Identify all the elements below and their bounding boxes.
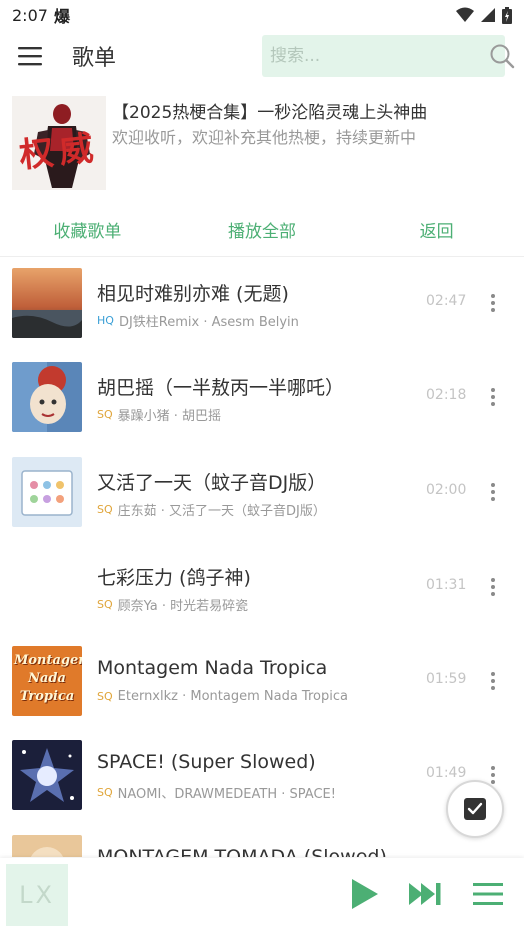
status-icons <box>456 6 512 24</box>
player-cover[interactable]: LX <box>6 864 68 926</box>
song-artist-album: 暴躁小猪 · 胡巴摇 <box>117 409 222 424</box>
song-name: 七彩压力 (鸽子神) <box>97 567 251 589</box>
checkbox-icon <box>464 798 486 820</box>
playlist-header: 权威 【2025热梗合集】一秒沦陷灵魂上头神曲 欢迎收听，欢迎补充其他热梗，持续… <box>0 94 524 194</box>
menu-button[interactable] <box>0 30 60 82</box>
song-duration: 01:31 <box>426 577 467 593</box>
app-bar: 歌单 <box>0 30 524 82</box>
song-duration: 02:00 <box>426 482 467 498</box>
song-cover <box>12 362 82 432</box>
song-row[interactable]: 又活了一天（蚊子音DJ版） SQ 庄东茹 · 又活了一天（蚊子音DJ版） 02:… <box>0 446 524 540</box>
song-row[interactable]: 相见时难别亦难 (无题) HQ DJ铁柱Remix · Asesm Belyin… <box>0 257 524 351</box>
song-cover-text: Montagem Nada Tropica <box>14 653 82 704</box>
quality-badge: SQ <box>97 786 113 799</box>
song-duration: 02:47 <box>426 293 467 309</box>
play-all-button[interactable]: 播放全部 <box>175 206 350 252</box>
collect-playlist-button[interactable]: 收藏歌单 <box>0 206 175 252</box>
song-artist-album: 庄东茹 · 又活了一天（蚊子音DJ版） <box>117 504 326 519</box>
more-options-icon[interactable] <box>484 383 502 411</box>
song-artist-album: DJ铁柱Remix · Asesm Belyin <box>118 315 299 330</box>
song-meta: SQ Eternxlkz · Montagem Nada Tropica <box>97 689 417 704</box>
song-row[interactable]: 七彩压力 (鸽子神) SQ 顾奈Ya · 时光若易碎瓷 01:31 <box>0 541 524 635</box>
song-name: MONTAGEM TOMADA (Slowed) <box>97 846 387 857</box>
playlist-actions: 收藏歌单 播放全部 返回 <box>0 206 524 252</box>
player-bar: LX <box>0 858 524 932</box>
status-bar: 2:07 爆 <box>0 0 524 30</box>
play-icon <box>352 879 378 909</box>
song-meta: SQ NAOMI、DRAWMEDEATH · SPACE! <box>97 783 417 802</box>
more-options-icon[interactable] <box>484 289 502 317</box>
search-icon[interactable] <box>489 43 515 69</box>
play-button[interactable] <box>342 872 386 916</box>
status-extra: 爆 <box>53 7 70 26</box>
song-name: 又活了一天（蚊子音DJ版） <box>97 472 327 494</box>
status-time: 2:07 <box>12 5 48 25</box>
next-button[interactable] <box>403 872 447 916</box>
playlist-queue-button[interactable] <box>466 872 510 916</box>
search-box[interactable] <box>262 35 515 77</box>
quality-badge: HQ <box>97 314 114 327</box>
song-duration: 01:59 <box>426 671 467 687</box>
search-input[interactable] <box>270 46 489 66</box>
playlist-cover-text: 权威 <box>17 127 102 177</box>
song-cover <box>12 457 82 527</box>
quality-badge: SQ <box>97 408 113 421</box>
song-meta: SQ 顾奈Ya · 时光若易碎瓷 <box>97 595 417 614</box>
quality-badge: SQ <box>97 690 113 703</box>
app-logo: LX <box>19 881 55 909</box>
song-artist-album: NAOMI、DRAWMEDEATH · SPACE! <box>117 787 336 802</box>
quality-badge: SQ <box>97 503 113 516</box>
next-icon <box>409 883 441 905</box>
song-row[interactable]: 胡巴摇（一半敖丙一半哪吒） SQ 暴躁小猪 · 胡巴摇 02:18 <box>0 351 524 445</box>
more-options-icon[interactable] <box>484 478 502 506</box>
signal-icon <box>481 8 495 22</box>
multi-select-button[interactable] <box>446 780 504 838</box>
song-name: Montagem Nada Tropica <box>97 657 328 679</box>
wifi-icon <box>456 7 474 22</box>
playlist-cover: 权威 <box>12 96 106 190</box>
song-cover <box>12 268 82 338</box>
playlist-title: 【2025热梗合集】一秒沦陷灵魂上头神曲 <box>112 103 428 123</box>
song-cover <box>12 740 82 810</box>
more-options-icon[interactable] <box>484 667 502 695</box>
song-name: 相见时难别亦难 (无题) <box>97 283 289 305</box>
song-cover <box>12 835 82 857</box>
song-list[interactable]: 相见时难别亦难 (无题) HQ DJ铁柱Remix · Asesm Belyin… <box>0 257 524 857</box>
song-meta: SQ 暴躁小猪 · 胡巴摇 <box>97 405 417 424</box>
song-cover <box>12 552 82 622</box>
song-cover: Montagem Nada Tropica <box>12 646 82 716</box>
battery-icon <box>502 6 512 24</box>
song-row[interactable]: MONTAGEM TOMADA (Slowed) <box>0 824 524 857</box>
song-artist-album: 顾奈Ya · 时光若易碎瓷 <box>117 599 249 614</box>
quality-badge: SQ <box>97 598 113 611</box>
song-meta: HQ DJ铁柱Remix · Asesm Belyin <box>97 311 417 330</box>
song-meta: SQ 庄东茹 · 又活了一天（蚊子音DJ版） <box>97 500 417 519</box>
song-artist-album: Eternxlkz · Montagem Nada Tropica <box>117 689 348 704</box>
page-title: 歌单 <box>72 46 117 71</box>
more-options-icon[interactable] <box>484 573 502 601</box>
song-duration: 01:49 <box>426 765 467 781</box>
list-icon <box>473 883 503 905</box>
song-name: SPACE! (Super Slowed) <box>97 751 316 773</box>
song-name: 胡巴摇（一半敖丙一半哪吒） <box>97 377 345 399</box>
song-duration: 02:18 <box>426 387 467 403</box>
playlist-description: 欢迎收听，欢迎补充其他热梗，持续更新中 <box>112 128 417 147</box>
hamburger-icon <box>18 47 42 66</box>
song-row[interactable]: Montagem Nada Tropica Montagem Nada Trop… <box>0 635 524 729</box>
back-button[interactable]: 返回 <box>349 206 524 252</box>
